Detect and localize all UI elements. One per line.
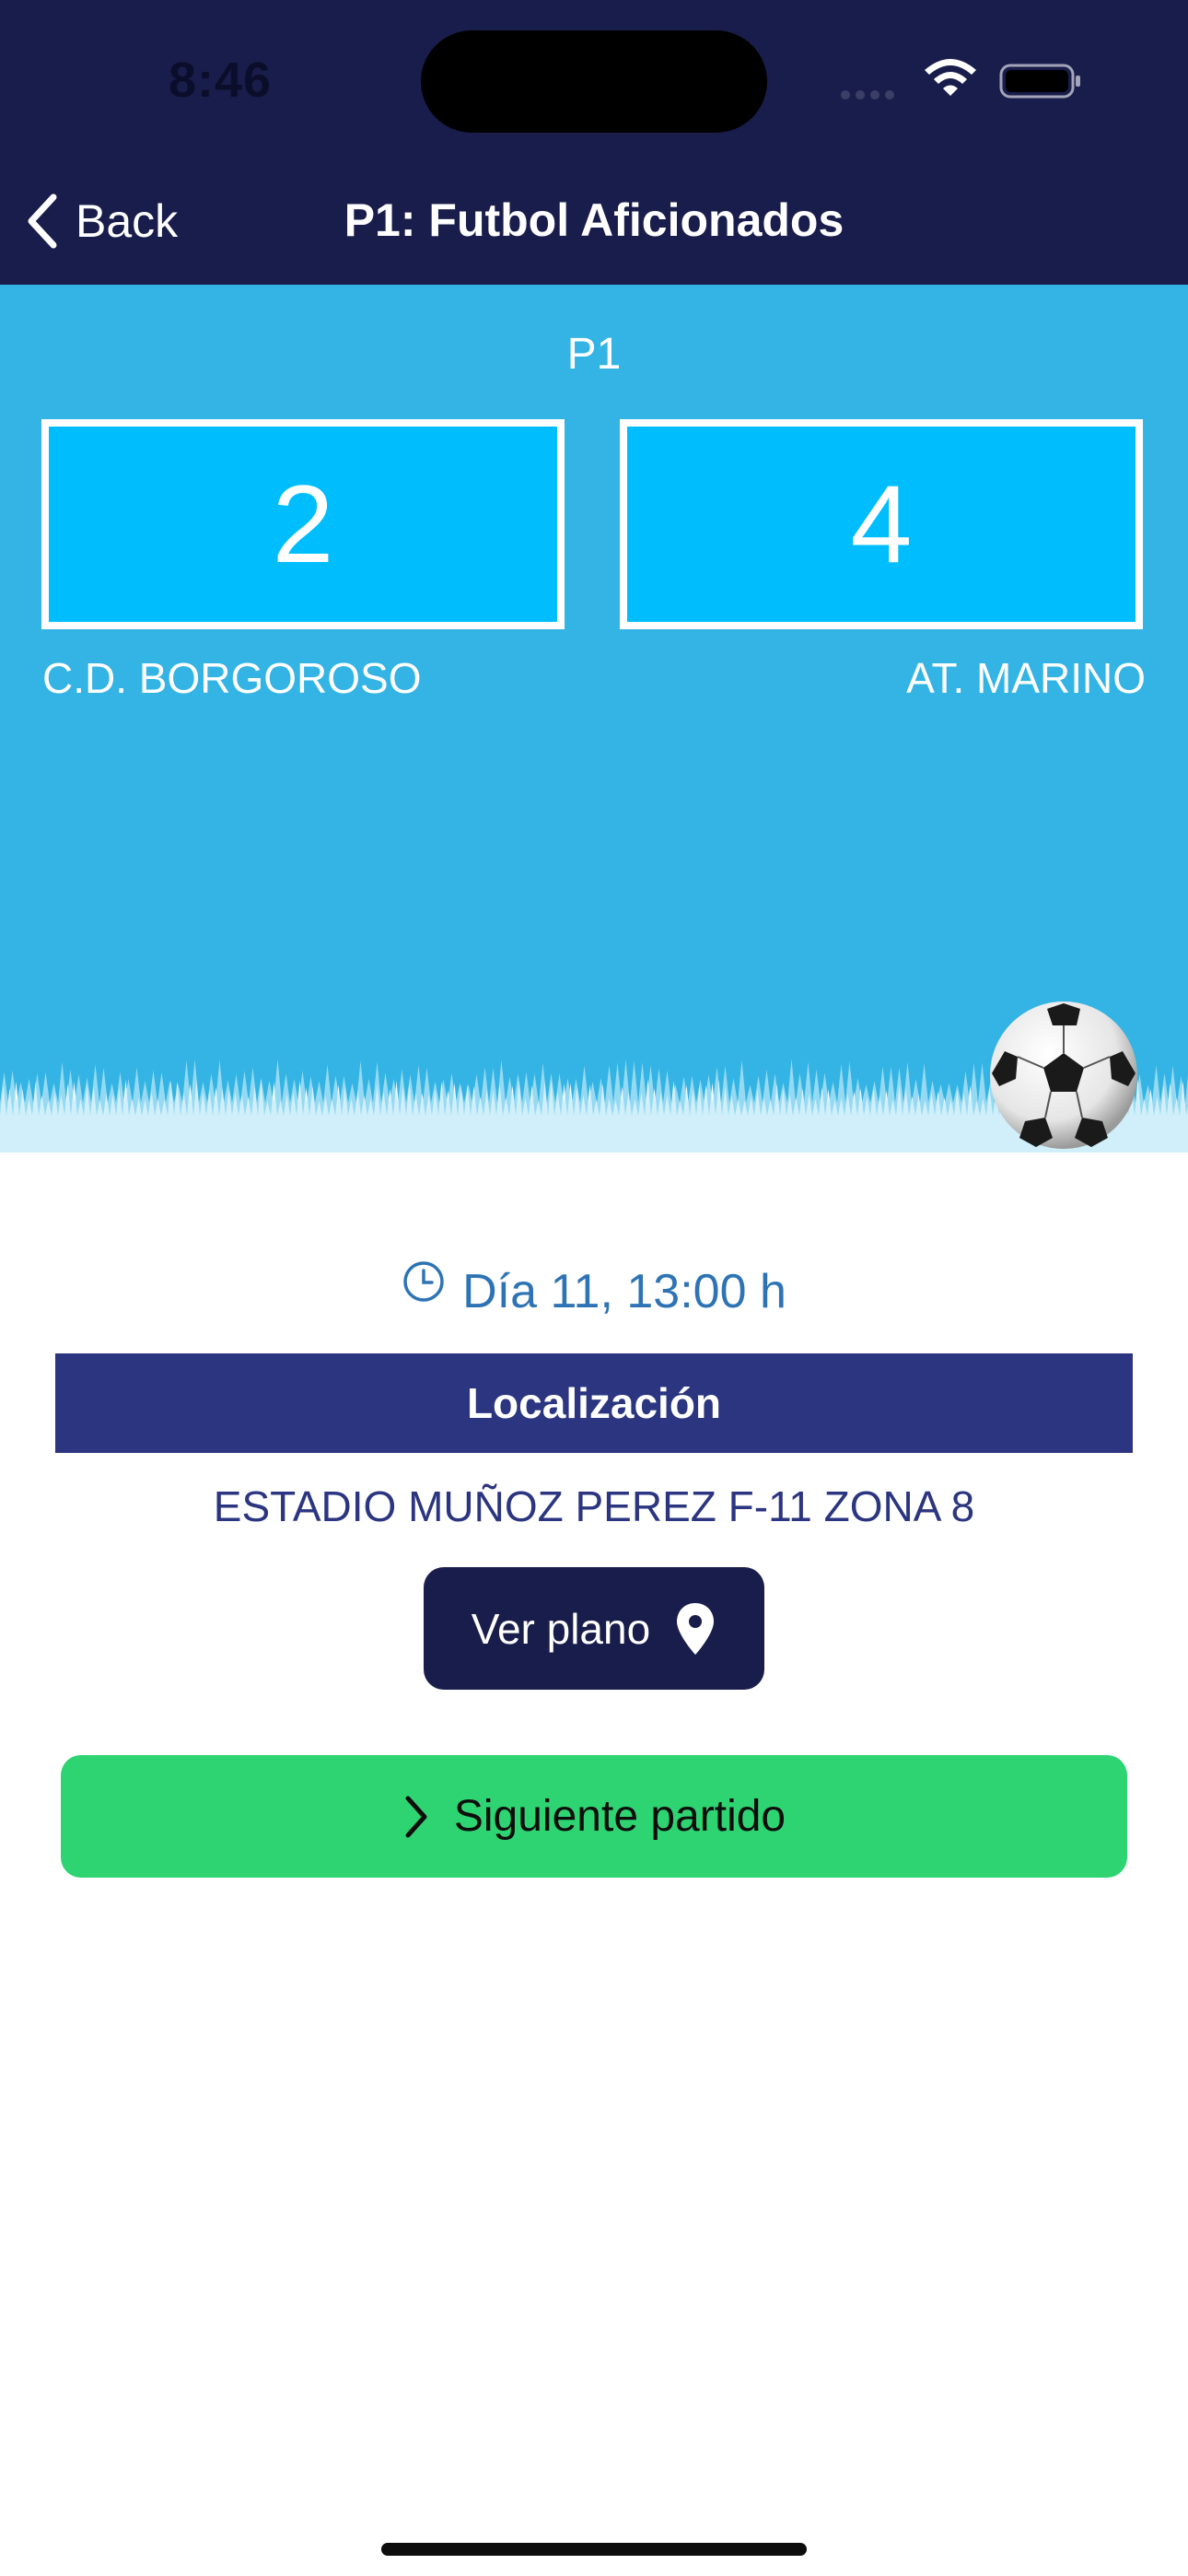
- clock-icon: [403, 1261, 444, 1302]
- match-datetime: Día 11, 13:00 h: [0, 1261, 1188, 1319]
- venue-name: ESTADIO MUÑOZ PEREZ F-11 ZONA 8: [213, 1482, 975, 1530]
- wifi-icon: [925, 59, 976, 96]
- scoreboard: P1 2 4 C.D. BORGOROSO AT. MARINO: [0, 285, 1188, 1153]
- datetime-text: Día 11, 13:00 h: [462, 1265, 786, 1318]
- home-score: 2: [41, 419, 565, 629]
- home-team-name: C.D. BORGOROSO: [42, 654, 422, 702]
- home-indicator: [381, 2543, 807, 2556]
- page-title: P1: Futbol Aficionados: [344, 194, 844, 246]
- away-team-name: AT. MARINO: [906, 654, 1146, 702]
- chevron-right-icon: [405, 1796, 427, 1837]
- away-score: 4: [620, 419, 1143, 629]
- view-map-label: Ver plano: [471, 1604, 651, 1653]
- battery-icon: [999, 64, 1080, 99]
- match-code: P1: [566, 330, 622, 379]
- view-map-button[interactable]: Ver plano: [424, 1567, 764, 1690]
- soccer-ball-icon: [990, 1001, 1137, 1149]
- status-time: 8:46: [169, 53, 273, 108]
- next-match-label: Siguiente partido: [453, 1792, 786, 1841]
- navigation-header: 8:46 Back P1: Futbol Aficionados: [0, 0, 1188, 285]
- map-pin-icon: [677, 1602, 715, 1655]
- dynamic-island: [421, 30, 767, 133]
- cellular-signal-icon: [841, 88, 907, 100]
- next-match-button[interactable]: Siguiente partido: [61, 1755, 1127, 1878]
- location-header: Localización: [55, 1353, 1133, 1453]
